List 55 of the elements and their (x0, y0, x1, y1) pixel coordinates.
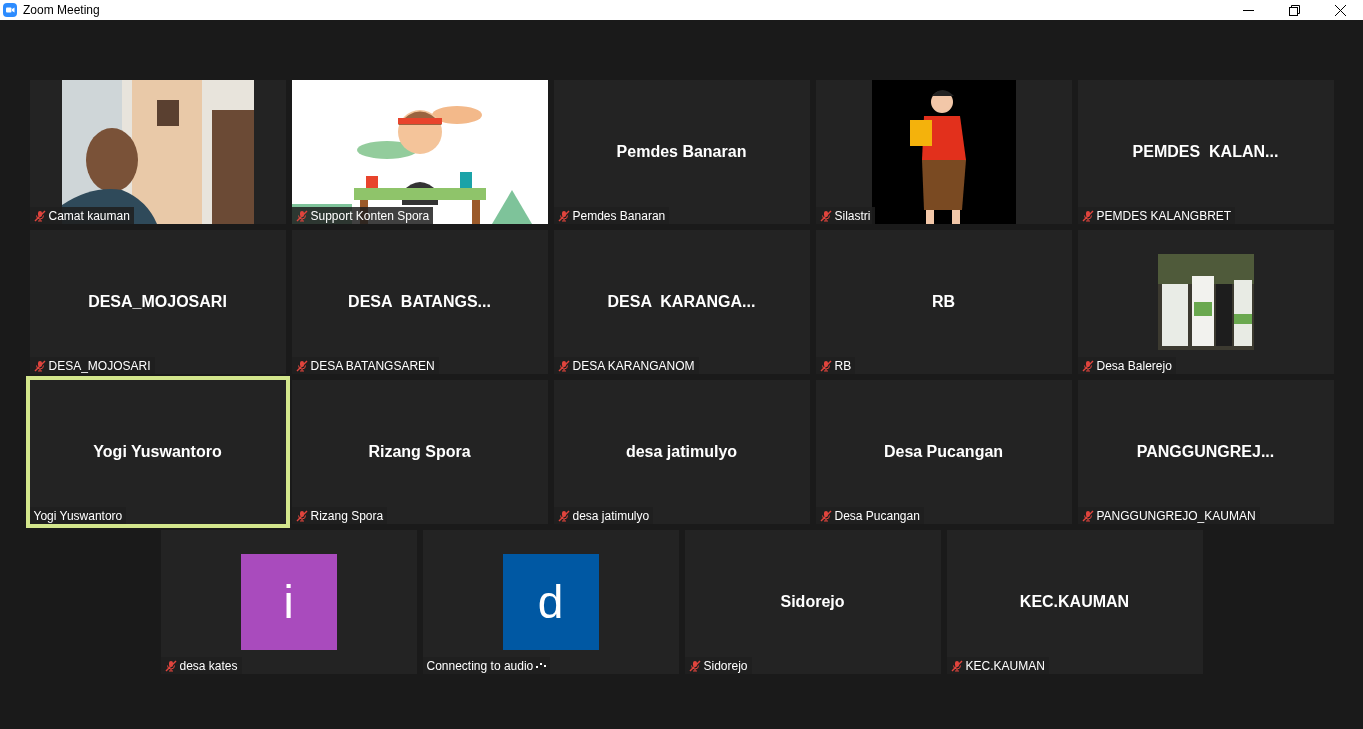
muted-microphone-icon (295, 209, 308, 222)
participant-label: PEMDES KALANGBRET (1096, 208, 1232, 223)
participant-label: Desa Balerejo (1096, 358, 1172, 373)
participant-name: PEMDES KALAN... (1132, 143, 1279, 161)
participant-label: Connecting to audio (426, 658, 534, 673)
participant-name: KEC.KAUMAN (1019, 593, 1130, 611)
participant-label: Yogi Yuswantoro (33, 508, 123, 523)
avatar: i (240, 554, 337, 650)
participant-name: desa jatimulyo (625, 443, 738, 461)
participant-label: Silastri (834, 208, 871, 223)
muted-microphone-icon (819, 509, 832, 522)
participant-label: Sidorejo (703, 658, 748, 673)
participant-label: PANGGUNGREJO_KAUMAN (1096, 508, 1256, 523)
participant-name: DESA_MOJOSARI (88, 293, 227, 311)
participant-name: RB (931, 293, 956, 311)
muted-microphone-icon (295, 509, 308, 522)
window-title: Zoom Meeting (23, 3, 100, 17)
participant-name: DESA BATANGS... (348, 293, 491, 311)
participant-label: Pemdes Banaran (572, 208, 666, 223)
participant-label: DESA_MOJOSARI (48, 358, 151, 373)
participant-label: Support Konten Spora (310, 208, 430, 223)
participant-label: desa kates (179, 658, 238, 673)
muted-microphone-icon (557, 509, 570, 522)
muted-microphone-icon (950, 659, 963, 672)
muted-microphone-icon (688, 659, 701, 672)
muted-microphone-icon (164, 659, 177, 672)
participant-name: Rizang Spora (368, 443, 471, 461)
muted-microphone-icon (819, 209, 832, 222)
muted-microphone-icon (557, 209, 570, 222)
participant-name: Sidorejo (780, 593, 845, 611)
participant-label: DESA KARANGANOM (572, 358, 695, 373)
participant-name: DESA KARANGA... (607, 293, 756, 311)
muted-microphone-icon (1081, 209, 1094, 222)
restore-icon (1288, 4, 1300, 16)
close-icon (1334, 4, 1346, 16)
muted-microphone-icon (33, 359, 46, 372)
participant-name: Desa Pucangan (883, 443, 1004, 461)
participant-name: PANGGUNGREJ... (1136, 443, 1275, 461)
participant-name: Yogi Yuswantoro (93, 443, 222, 461)
participant-label: Camat kauman (48, 208, 130, 223)
muted-microphone-icon (33, 209, 46, 222)
participant-label: Desa Pucangan (834, 508, 920, 523)
participant-label: RB (834, 358, 852, 373)
participant-name: Pemdes Banaran (616, 143, 747, 161)
video-camera-icon (3, 3, 17, 17)
muted-microphone-icon (819, 359, 832, 372)
participant-label: KEC.KAUMAN (965, 658, 1045, 673)
participant-label: DESA BATANGSAREN (310, 358, 435, 373)
participant-label: Rizang Spora (310, 508, 384, 523)
participant-label: desa jatimulyo (572, 508, 650, 523)
muted-microphone-icon (557, 359, 570, 372)
muted-microphone-icon (1081, 359, 1094, 372)
avatar: d (502, 554, 599, 650)
muted-microphone-icon (1081, 509, 1094, 522)
muted-microphone-icon (295, 359, 308, 372)
